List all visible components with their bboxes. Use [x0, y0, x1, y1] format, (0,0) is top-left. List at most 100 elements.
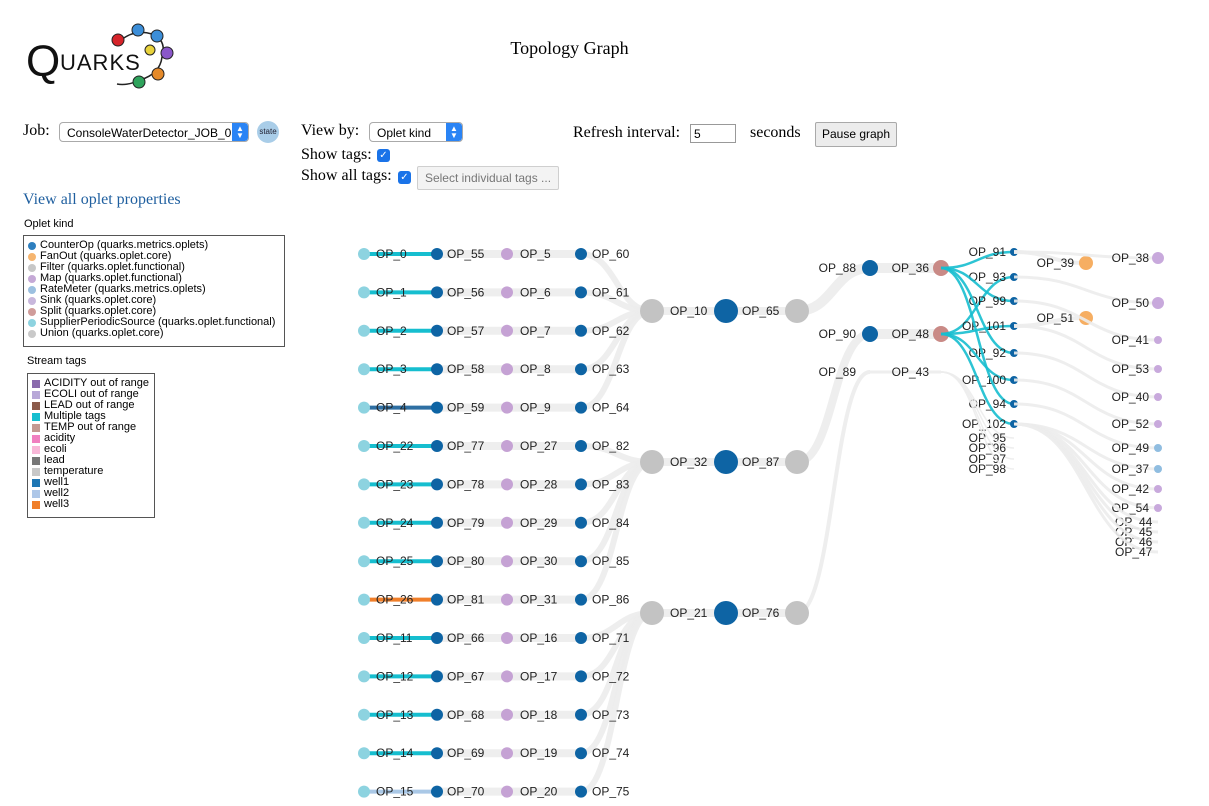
sink-oplet-node[interactable] [1154, 420, 1162, 428]
node-label: OP_24 [376, 516, 414, 530]
node-label: OP_79 [447, 516, 485, 530]
counter-oplet-node[interactable] [431, 324, 443, 337]
counter-oplet-node[interactable] [714, 450, 738, 474]
ratemeter-oplet-node[interactable] [1154, 444, 1162, 452]
sink-oplet-node[interactable] [1152, 297, 1164, 309]
node-label: OP_62 [592, 324, 630, 338]
source-oplet-node[interactable] [358, 593, 370, 606]
counter-oplet-node[interactable] [575, 516, 587, 529]
counter-oplet-node[interactable] [431, 401, 443, 414]
source-oplet-node[interactable] [358, 440, 370, 452]
counter-oplet-node[interactable] [431, 248, 443, 260]
sink-oplet-node[interactable] [1154, 393, 1162, 401]
counter-oplet-node[interactable] [431, 516, 443, 529]
counter-oplet-node[interactable] [431, 747, 443, 760]
node-label: OP_59 [447, 401, 485, 415]
node-label: OP_100 [962, 373, 1006, 387]
counter-oplet-node[interactable] [575, 670, 587, 683]
sink-oplet-node[interactable] [1154, 365, 1162, 373]
counter-oplet-node[interactable] [431, 440, 443, 452]
union-oplet-node[interactable] [640, 450, 664, 474]
counter-oplet-node[interactable] [431, 555, 443, 568]
counter-oplet-node[interactable] [575, 785, 587, 798]
counter-oplet-node[interactable] [575, 248, 587, 260]
counter-oplet-node[interactable] [575, 363, 587, 376]
map-oplet-node[interactable] [501, 593, 513, 606]
counter-oplet-node[interactable] [431, 632, 443, 644]
map-oplet-node[interactable] [501, 363, 513, 376]
source-oplet-node[interactable] [358, 555, 370, 568]
counter-oplet-node[interactable] [575, 401, 587, 414]
filter-oplet-node[interactable] [785, 601, 809, 625]
map-oplet-node[interactable] [501, 632, 513, 644]
map-oplet-node[interactable] [501, 555, 513, 568]
counter-oplet-node[interactable] [431, 478, 443, 491]
counter-oplet-node[interactable] [575, 440, 587, 452]
counter-oplet-node[interactable] [575, 632, 587, 644]
source-oplet-node[interactable] [358, 632, 370, 644]
source-oplet-node[interactable] [358, 516, 370, 529]
node-label: OP_0 [376, 247, 407, 261]
topology-graph[interactable]: OP_0 OP_55 OP_5 OP_60 OP_1 OP_56 OP_6 OP_61 OP_2… [0, 0, 1209, 806]
node-label: OP_31 [520, 593, 558, 607]
map-oplet-node[interactable] [501, 248, 513, 260]
node-label: OP_26 [376, 593, 414, 607]
counter-oplet-node[interactable] [431, 708, 443, 721]
counter-oplet-node[interactable] [431, 785, 443, 798]
map-oplet-node[interactable] [501, 324, 513, 337]
counter-oplet-node[interactable] [431, 670, 443, 683]
counter-oplet-node[interactable] [575, 286, 587, 299]
counter-oplet-node[interactable] [862, 260, 878, 276]
node-label: OP_23 [376, 477, 414, 491]
sink-oplet-node[interactable] [1152, 252, 1164, 264]
map-oplet-node[interactable] [501, 670, 513, 683]
map-oplet-node[interactable] [501, 708, 513, 721]
counter-oplet-node[interactable] [575, 593, 587, 606]
map-oplet-node[interactable] [501, 516, 513, 529]
node-label: OP_82 [592, 439, 630, 453]
counter-oplet-node[interactable] [431, 593, 443, 606]
source-oplet-node[interactable] [358, 478, 370, 491]
union-oplet-node[interactable] [640, 601, 664, 625]
source-oplet-node[interactable] [358, 401, 370, 414]
filter-oplet-node[interactable] [785, 450, 809, 474]
node-label: OP_41 [1112, 333, 1150, 347]
counter-oplet-node[interactable] [575, 708, 587, 721]
sink-oplet-node[interactable] [1154, 485, 1162, 493]
source-oplet-node[interactable] [358, 324, 370, 337]
node-label: OP_91 [969, 245, 1007, 259]
map-oplet-node[interactable] [501, 440, 513, 452]
source-oplet-node[interactable] [358, 747, 370, 760]
sink-oplet-node[interactable] [1154, 504, 1162, 512]
counter-oplet-node[interactable] [714, 601, 738, 625]
filter-oplet-node[interactable] [785, 299, 809, 323]
counter-oplet-node[interactable] [714, 299, 738, 323]
fanout-oplet-node[interactable] [1079, 256, 1093, 270]
map-oplet-node[interactable] [501, 478, 513, 491]
source-oplet-node[interactable] [358, 248, 370, 260]
node-label: OP_39 [1037, 256, 1075, 270]
node-label: OP_36 [892, 261, 930, 275]
source-oplet-node[interactable] [358, 363, 370, 376]
source-oplet-node[interactable] [358, 785, 370, 798]
source-oplet-node[interactable] [358, 286, 370, 299]
sink-oplet-node[interactable] [1154, 336, 1162, 344]
counter-oplet-node[interactable] [575, 324, 587, 337]
source-oplet-node[interactable] [358, 670, 370, 683]
node-label: OP_64 [592, 401, 630, 415]
map-oplet-node[interactable] [501, 286, 513, 299]
map-oplet-node[interactable] [501, 401, 513, 414]
map-oplet-node[interactable] [501, 785, 513, 798]
counter-oplet-node[interactable] [575, 555, 587, 568]
map-oplet-node[interactable] [501, 747, 513, 760]
node-label: OP_89 [819, 365, 857, 379]
union-oplet-node[interactable] [640, 299, 664, 323]
counter-oplet-node[interactable] [431, 286, 443, 299]
node-label: OP_38 [1112, 251, 1150, 265]
counter-oplet-node[interactable] [431, 363, 443, 376]
counter-oplet-node[interactable] [575, 747, 587, 760]
ratemeter-oplet-node[interactable] [1154, 465, 1162, 473]
source-oplet-node[interactable] [358, 708, 370, 721]
counter-oplet-node[interactable] [575, 478, 587, 491]
counter-oplet-node[interactable] [862, 326, 878, 342]
